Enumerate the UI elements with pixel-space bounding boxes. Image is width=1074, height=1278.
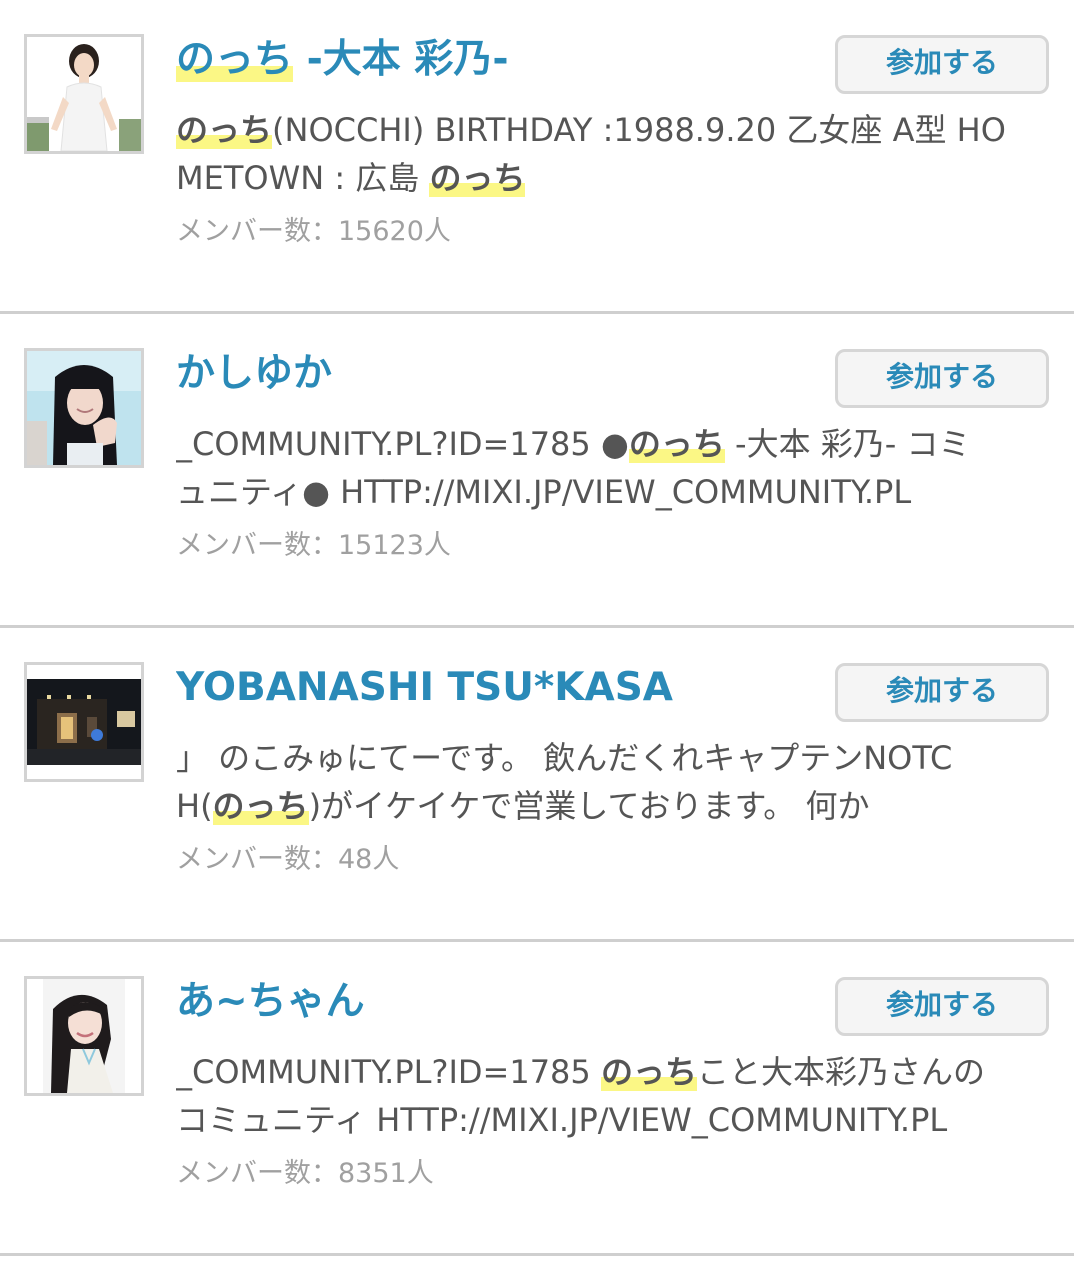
woman-black-hair-photo-icon <box>27 351 141 465</box>
member-count: メンバー数：15620人 <box>176 216 451 247</box>
description-line-2: METOWN : 広島 のっち <box>176 154 1056 202</box>
title-text: YOBANASHI TSU*KASA <box>176 665 673 710</box>
description-text: H( <box>176 787 213 825</box>
community-list-item: のっち -大本 彩乃- 参加する のっち(NOCCHI) BIRTHDAY :1… <box>0 0 1074 314</box>
community-description: _COMMUNITY.PL?ID=1785 のっちこと大本彩乃さんの コミュニテ… <box>176 1048 1056 1144</box>
community-description: _COMMUNITY.PL?ID=1785 ●のっち -大本 彩乃- コミ ュニ… <box>176 420 1056 516</box>
community-list-item: あ~ちゃん 参加する _COMMUNITY.PL?ID=1785 のっちこと大本… <box>0 942 1074 1256</box>
title-text: かしゆか <box>176 351 333 396</box>
community-thumbnail[interactable] <box>24 662 144 782</box>
community-description: のっち(NOCCHI) BIRTHDAY :1988.9.20 乙女座 A型 H… <box>176 106 1056 202</box>
description-line-1: _COMMUNITY.PL?ID=1785 のっちこと大本彩乃さんの <box>176 1048 1056 1096</box>
join-button[interactable]: 参加する <box>835 663 1049 722</box>
join-button[interactable]: 参加する <box>835 977 1049 1036</box>
keyword-highlight: のっち <box>429 159 526 197</box>
description-text: -大本 彩乃- コミ <box>724 425 971 463</box>
title-text: -大本 彩乃- <box>293 37 509 82</box>
keyword-highlight: のっち <box>212 787 309 825</box>
title-text: あ~ちゃん <box>176 979 365 1024</box>
member-count: メンバー数：8351人 <box>176 1158 434 1189</box>
member-count: メンバー数：48人 <box>176 844 400 875</box>
join-button[interactable]: 参加する <box>835 349 1049 408</box>
community-title[interactable]: のっち -大本 彩乃- <box>176 34 816 90</box>
join-button[interactable]: 参加する <box>835 35 1049 94</box>
description-line-2: H(のっち)がイケイケで営業しております。 何か <box>176 782 1056 830</box>
title-highlight: のっち <box>176 37 294 82</box>
description-text: (NOCCHI) BIRTHDAY :1988.9.20 乙女座 A型 HO <box>272 111 1006 149</box>
community-list-item: かしゆか 参加する _COMMUNITY.PL?ID=1785 ●のっち -大本… <box>0 314 1074 628</box>
description-text: コミュニティ HTTP://MIXI.JP/VIEW_COMMUNITY.PL <box>176 1101 948 1139</box>
member-count: メンバー数：15123人 <box>176 530 451 561</box>
description-line-1: 」 のこみゅにてーです。 飲んだくれキャプテンNOTC <box>176 734 1056 782</box>
community-thumbnail[interactable] <box>24 348 144 468</box>
description-text: _COMMUNITY.PL?ID=1785 ● <box>176 425 629 463</box>
community-title[interactable]: あ~ちゃん <box>176 976 816 1032</box>
description-text: ュニティ● HTTP://MIXI.JP/VIEW_COMMUNITY.PL <box>176 473 912 511</box>
community-title[interactable]: かしゆか <box>176 348 816 404</box>
description-text: _COMMUNITY.PL?ID=1785 <box>176 1053 601 1091</box>
community-search-results: のっち -大本 彩乃- 参加する のっち(NOCCHI) BIRTHDAY :1… <box>0 0 1074 1256</box>
community-thumbnail[interactable] <box>24 34 144 154</box>
keyword-highlight: のっち <box>628 425 725 463</box>
keyword-highlight: のっち <box>176 111 273 149</box>
description-text: 」 のこみゅにてーです。 飲んだくれキャプテンNOTC <box>176 739 953 777</box>
smiling-woman-photo-icon <box>27 979 141 1093</box>
description-text: )がイケイケで営業しております。 何か <box>308 787 870 825</box>
community-list-item: YOBANASHI TSU*KASA 参加する 」 のこみゅにてーです。 飲んだ… <box>0 628 1074 942</box>
community-thumbnail[interactable] <box>24 976 144 1096</box>
community-title[interactable]: YOBANASHI TSU*KASA <box>176 662 816 718</box>
description-line-2: コミュニティ HTTP://MIXI.JP/VIEW_COMMUNITY.PL <box>176 1096 1056 1144</box>
description-line-1: _COMMUNITY.PL?ID=1785 ●のっち -大本 彩乃- コミ <box>176 420 1056 468</box>
woman-white-dress-photo-icon <box>27 37 141 151</box>
community-description: 」 のこみゅにてーです。 飲んだくれキャプテンNOTC H(のっち)がイケイケで… <box>176 734 1056 830</box>
description-text: こと大本彩乃さんの <box>696 1053 985 1091</box>
description-text: METOWN : 広島 <box>176 159 430 197</box>
description-line-1: のっち(NOCCHI) BIRTHDAY :1988.9.20 乙女座 A型 H… <box>176 106 1056 154</box>
description-line-2: ュニティ● HTTP://MIXI.JP/VIEW_COMMUNITY.PL <box>176 468 1056 516</box>
night-building-photo-icon <box>27 665 141 779</box>
keyword-highlight: のっち <box>600 1053 697 1091</box>
